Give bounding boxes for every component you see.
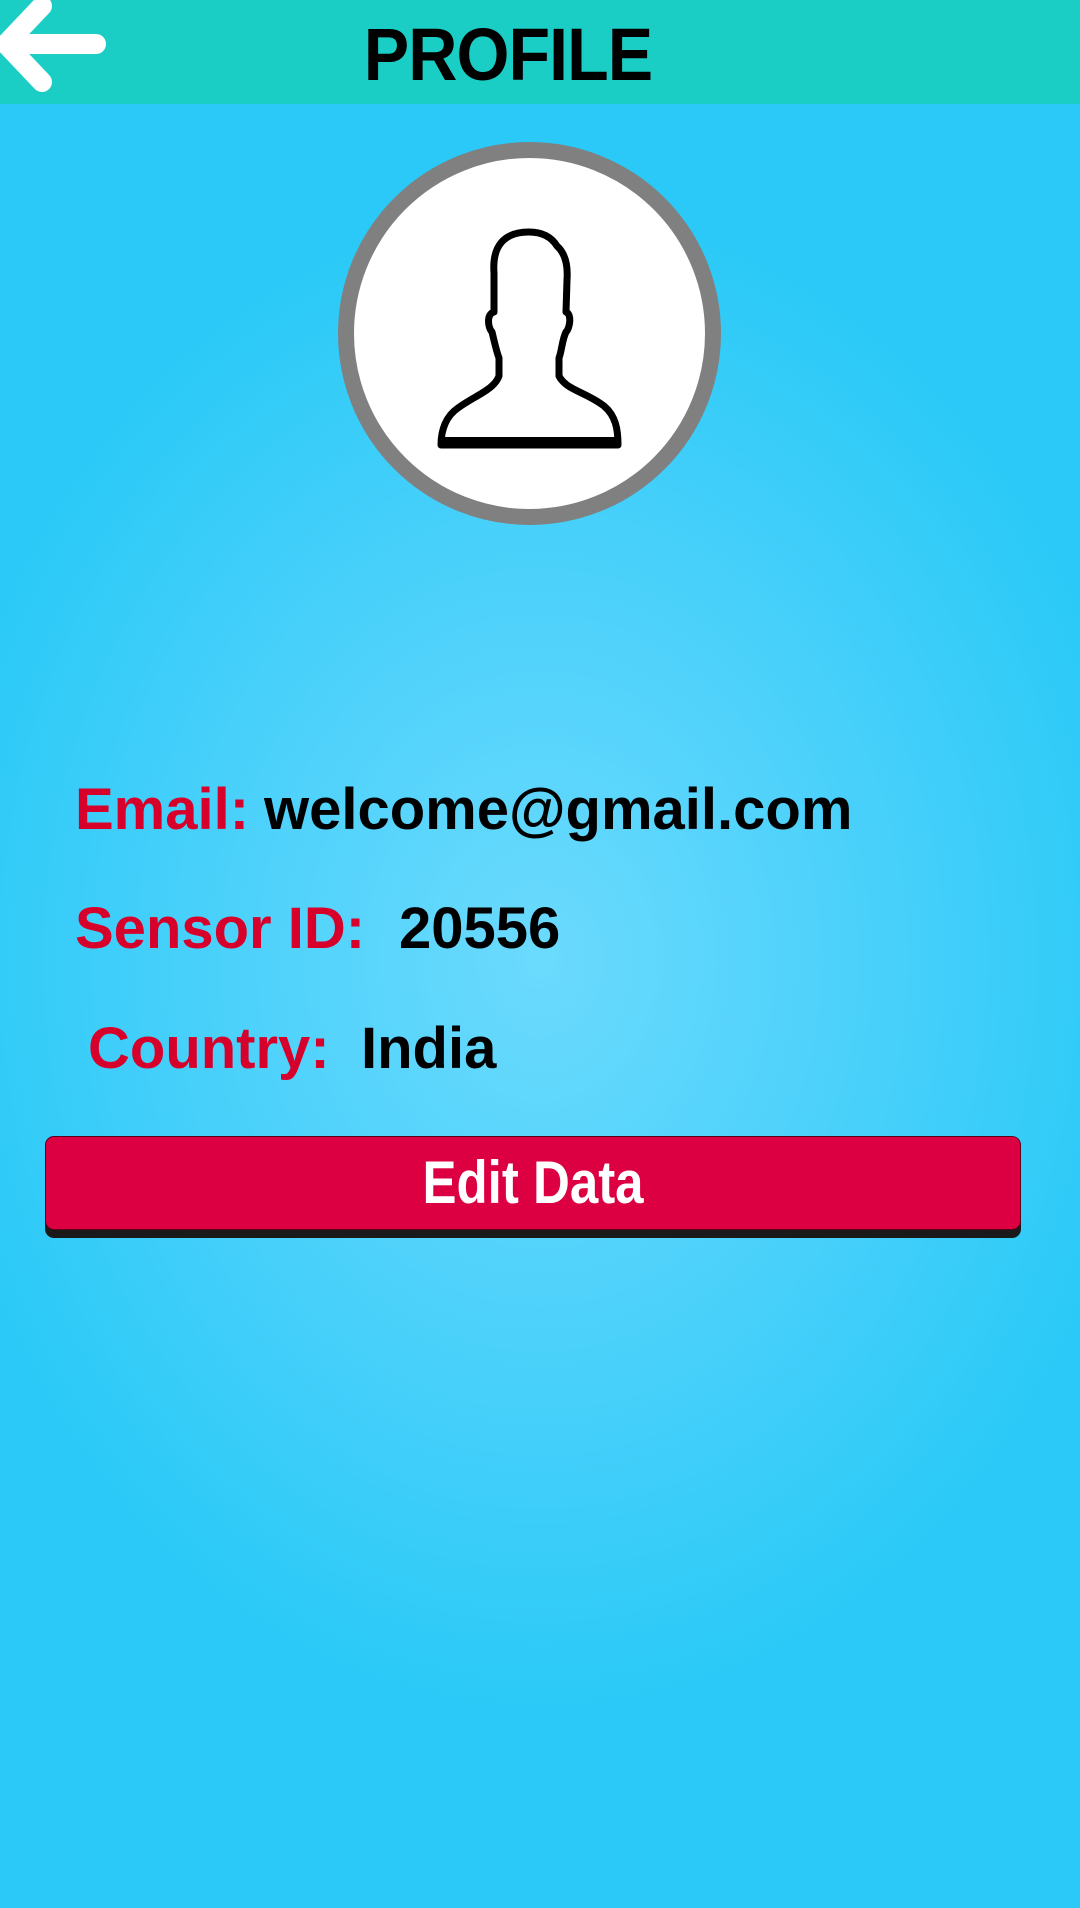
email-value: welcome@gmail.com bbox=[264, 777, 853, 842]
app-header: PROFILE bbox=[0, 0, 1080, 104]
edit-data-label: Edit Data bbox=[422, 1149, 644, 1216]
user-silhouette-icon bbox=[437, 228, 622, 449]
page-title: PROFILE bbox=[363, 13, 654, 96]
sensor-id-value: 20556 bbox=[399, 896, 561, 961]
edit-data-button[interactable]: Edit Data bbox=[45, 1136, 1021, 1230]
email-label: Email: bbox=[75, 777, 250, 842]
avatar[interactable] bbox=[338, 142, 721, 525]
country-label: Country: bbox=[88, 1016, 330, 1081]
country-value: India bbox=[361, 1016, 497, 1081]
sensor-id-label: Sensor ID: bbox=[75, 896, 366, 961]
